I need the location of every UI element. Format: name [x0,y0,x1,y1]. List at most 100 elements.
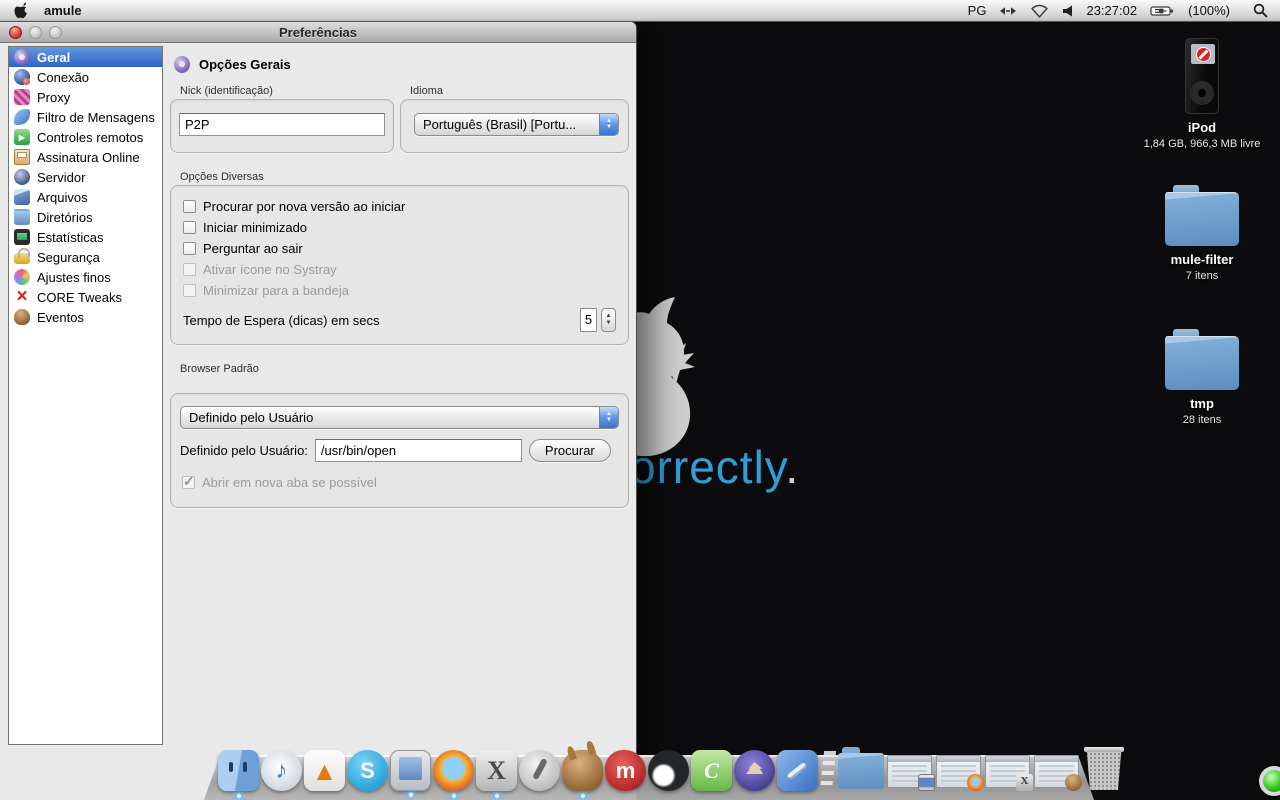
wallpaper-text: orrectly. [630,440,799,494]
menubar-app-name[interactable]: amule [44,3,82,18]
dock-folder-icon[interactable] [838,753,884,789]
minimized-window[interactable] [887,755,932,788]
amule-badge-icon [1065,774,1082,791]
desktop-icon-mule-filter[interactable]: mule-filter 7 itens [1132,192,1272,282]
nick-group [170,99,394,153]
trash-icon[interactable] [1084,747,1124,790]
sidebar-item-geral[interactable]: Geral [9,47,162,67]
sidebar-item-filtro-de-mensagens[interactable]: Filtro de Mensagens [9,107,162,127]
core-tweaks-icon [14,289,30,305]
menubar: amule PG 23:27:02 (100%) [0,0,1280,22]
close-button[interactable] [9,26,22,39]
coteditor-icon[interactable]: C [691,750,732,791]
sidebar-item-diretorios[interactable]: Diretórios [9,207,162,227]
checkbox [183,263,196,276]
folder-icon[interactable] [1165,192,1239,246]
sidebar-item-proxy[interactable]: Proxy [9,87,162,107]
sidebar-item-label: Ajustes finos [37,270,111,285]
sidebar-item-assinatura-online[interactable]: Assinatura Online [9,147,162,167]
checkbox-row[interactable]: Perguntar ao sair [183,240,618,256]
message-filter-icon [14,109,30,125]
tooltip-delay-label: Tempo de Espera (dicas) em secs [183,313,380,328]
sidebar-item-label: Filtro de Mensagens [37,110,155,125]
miro-icon[interactable]: m [605,750,646,791]
browser-popup[interactable]: Definido pelo Usuário ▲▼ [180,406,619,429]
browser-popup-value: Definido pelo Usuário [181,410,599,425]
titlebar[interactable]: Preferências [0,22,636,43]
spotlight-icon[interactable] [1253,3,1268,18]
checkbox-row[interactable]: Procurar por nova versão ao iniciar [183,198,618,214]
desktop-icon-sublabel: 28 itens [1132,414,1272,426]
itunes-icon[interactable]: ♪ [261,750,302,791]
amule-icon[interactable] [562,750,603,791]
x11-badge-icon: X [1016,774,1033,791]
battery-percentage: (100%) [1188,3,1230,18]
sidebar-item-ajustes-finos[interactable]: Ajustes finos [9,267,162,287]
desktop-icon-ipod[interactable]: iPod 1,84 GB, 966,3 MB livre [1132,38,1272,150]
checkbox-label: Procurar por nova versão ao iniciar [203,199,405,214]
tweaks-icon [14,269,30,285]
firefox-badge-icon [967,774,984,791]
finder-icon[interactable] [218,750,259,791]
battery-charging-icon[interactable] [1150,4,1175,18]
sidebar-item-label: Conexão [37,70,89,85]
checkbox[interactable] [183,200,196,213]
sidebar-item-label: Estatísticas [37,230,103,245]
tooltip-delay-value[interactable]: 5 [580,308,597,332]
nick-input[interactable] [179,113,385,136]
sidebar-item-servidor[interactable]: Servidor [9,167,162,187]
volume-icon[interactable] [1062,4,1073,18]
checkbox-checked [182,476,195,489]
xcode-icon[interactable] [777,750,818,791]
desktop-icon-tmp[interactable]: tmp 28 itens [1132,336,1272,426]
ipod-icon[interactable] [1185,38,1219,114]
misc-group-label: Opções Diversas [180,171,629,183]
misc-group: Procurar por nova versão ao iniciar Inic… [170,185,629,345]
sidebar-item-label: Assinatura Online [37,150,140,165]
sidebar-item-eventos[interactable]: Eventos [9,307,162,327]
dock-separator [820,751,836,791]
sidebar-item-controles-remotos[interactable]: Controles remotos [9,127,162,147]
keyboard-arrows-icon[interactable] [999,4,1017,18]
apple-menu[interactable] [14,2,28,19]
folder-icon[interactable] [1165,336,1239,390]
itunes-glyph: ♪ [276,757,288,785]
xchat-icon[interactable]: X [476,750,517,791]
fugu-icon[interactable] [648,750,689,791]
remote-controls-icon [14,129,30,145]
sidebar-item-estatisticas[interactable]: Estatísticas [9,227,162,247]
skype-glyph: S [360,758,375,784]
palm-device-icon[interactable] [390,750,431,791]
minimized-window[interactable] [936,755,981,788]
checkbox[interactable] [183,221,196,234]
airport-off-icon[interactable] [1030,4,1049,18]
language-group: Português (Brasil) [Portu... ▲▼ [400,99,629,153]
minimized-window[interactable]: X [985,755,1030,788]
language-popup[interactable]: Português (Brasil) [Portu... ▲▼ [414,113,619,136]
skype-icon[interactable]: S [347,750,388,791]
galleon-app-icon[interactable] [734,750,775,791]
vlc-icon[interactable]: ▲ [304,750,345,791]
checkbox[interactable] [183,242,196,255]
stepper-arrows[interactable]: ▲▼ [601,308,616,332]
gear-icon [14,49,30,65]
minimized-window[interactable] [1034,755,1079,788]
menubar-clock[interactable]: 23:27:02 [1086,3,1137,18]
checkbox-row[interactable]: Iniciar minimizado [183,219,618,235]
sidebar-item-conexao[interactable]: Conexão [9,67,162,87]
transmission-icon[interactable] [519,750,560,791]
zoom-button [49,26,62,39]
sidebar-item-label: CORE Tweaks [37,290,122,305]
sidebar-item-core-tweaks[interactable]: CORE Tweaks [9,287,162,307]
firefox-icon[interactable] [433,750,474,791]
sidebar-item-seguranca[interactable]: Segurança [9,247,162,267]
security-icon [14,253,30,264]
browse-button[interactable]: Procurar [529,439,611,462]
input-source-menu[interactable]: PG [968,3,987,18]
wallpaper-text-blue: orrectly [630,441,785,493]
green-status-orb[interactable] [1259,766,1280,796]
sidebar-item-label: Eventos [37,310,84,325]
custom-browser-input[interactable] [315,439,522,462]
sidebar-item-arquivos[interactable]: Arquivos [9,187,162,207]
sidebar-item-label: Segurança [37,250,100,265]
